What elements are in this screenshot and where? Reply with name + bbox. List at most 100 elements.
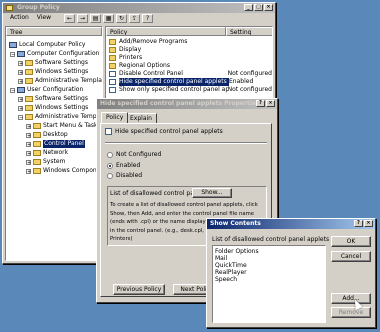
- show-contents-title: Show Contents: [210, 220, 261, 227]
- list-item[interactable]: Printers: [106, 54, 272, 62]
- expand-icon[interactable]: +: [18, 60, 23, 66]
- help-icon[interactable]: ?: [142, 13, 154, 23]
- divider: [105, 142, 267, 144]
- radio-not-configured[interactable]: Not Configured: [107, 151, 161, 158]
- close-icon[interactable]: ×: [264, 4, 273, 11]
- properties-title: Hide specified control panel applets Pro…: [100, 100, 260, 107]
- list-item[interactable]: Display: [106, 46, 272, 54]
- previous-policy-button[interactable]: Previous Policy: [113, 284, 165, 295]
- list-item[interactable]: Folder Options: [215, 248, 259, 255]
- tree-item-local-computer-policy[interactable]: Local Computer Policy: [9, 41, 85, 49]
- show-contents-dialog: Show Contents ? × List of disallowed con…: [206, 218, 376, 328]
- menu-view[interactable]: View: [34, 13, 54, 23]
- radio-enabled[interactable]: Enabled: [107, 162, 140, 169]
- collapse-icon[interactable]: −: [10, 87, 15, 93]
- tree-item-user-administrative-templates[interactable]: − Administrative Templates: [18, 113, 102, 121]
- folder-icon: [33, 132, 41, 138]
- close-icon[interactable]: ×: [266, 100, 275, 107]
- back-icon[interactable]: ←: [64, 13, 76, 23]
- tab-explain[interactable]: Explain: [125, 113, 157, 123]
- folder-open-icon: [33, 141, 41, 147]
- folder-icon: [25, 96, 33, 102]
- forward-icon[interactable]: →: [77, 13, 89, 23]
- radio-disabled[interactable]: Disabled: [107, 172, 142, 179]
- tree-item-administrative-templates[interactable]: + Administrative Templates: [18, 77, 102, 85]
- folder-icon: [33, 123, 41, 129]
- expand-icon[interactable]: +: [26, 141, 31, 147]
- tree-item-computer-configuration[interactable]: − Computer Configuration: [10, 50, 99, 58]
- expand-icon[interactable]: +: [26, 159, 31, 165]
- list-item[interactable]: Show only specified control panel applet…: [106, 86, 272, 94]
- tree-item-network[interactable]: + Network: [26, 149, 68, 157]
- tree-item-user-software-settings[interactable]: + Software Settings: [18, 95, 88, 103]
- radio-selected-icon: [107, 162, 113, 169]
- show-contents-titlebar[interactable]: Show Contents ? ×: [207, 219, 375, 229]
- expand-icon[interactable]: +: [26, 150, 31, 156]
- tree-item-software-settings[interactable]: + Software Settings: [18, 59, 88, 67]
- folder-icon: [25, 105, 33, 111]
- folder-icon: [109, 63, 116, 69]
- tree-item-control-panel[interactable]: + Control Panel: [26, 140, 85, 148]
- group-policy-title: Group Policy: [17, 4, 60, 11]
- export-icon[interactable]: ⇪: [129, 13, 141, 23]
- list-item[interactable]: Regional Options: [106, 62, 272, 70]
- policy-heading: Hide specified control panel applets: [105, 128, 223, 135]
- tree-item-desktop[interactable]: + Desktop: [26, 131, 68, 139]
- collapse-icon[interactable]: −: [18, 114, 23, 120]
- list-item[interactable]: QuickTime: [215, 262, 259, 269]
- group-policy-app-icon: [6, 5, 13, 11]
- computer-icon: [17, 51, 25, 57]
- help-icon[interactable]: ?: [256, 100, 265, 107]
- close-icon[interactable]: ×: [364, 220, 373, 227]
- minimize-icon[interactable]: _: [244, 4, 253, 11]
- list-item[interactable]: RealPlayer: [215, 269, 259, 276]
- tree-item-windows-settings[interactable]: + Windows Settings: [18, 68, 88, 76]
- tree-item-system[interactable]: + System: [26, 158, 65, 166]
- collapse-icon[interactable]: −: [10, 51, 15, 57]
- help-icon[interactable]: ?: [354, 220, 363, 227]
- folder-icon: [33, 168, 41, 174]
- tree-item-user-windows-settings[interactable]: + Windows Settings: [18, 104, 88, 112]
- list-item[interactable]: Speech: [215, 276, 259, 283]
- expand-icon[interactable]: +: [26, 132, 31, 138]
- remove-button[interactable]: Remove: [331, 307, 371, 318]
- tree-item-user-configuration[interactable]: − User Configuration: [10, 86, 83, 94]
- menu-action[interactable]: Action: [7, 13, 32, 23]
- show-contents-list-label: List of disallowed control panel applets: [212, 236, 330, 243]
- expand-icon[interactable]: +: [18, 78, 23, 84]
- applets-list[interactable]: Folder Options Mail QuickTime RealPlayer…: [212, 245, 326, 323]
- tree-item-start-menu[interactable]: + Start Menu & Taskbar: [26, 122, 102, 130]
- expand-icon[interactable]: +: [26, 168, 31, 174]
- expand-icon[interactable]: +: [18, 96, 23, 102]
- column-header-setting[interactable]: Setting: [226, 27, 272, 36]
- list-item[interactable]: Mail: [215, 255, 259, 262]
- expand-icon[interactable]: +: [26, 123, 31, 129]
- up-icon[interactable]: ▤: [90, 13, 102, 23]
- expand-icon[interactable]: +: [18, 105, 23, 111]
- folder-icon: [33, 150, 41, 156]
- maximize-icon[interactable]: □: [254, 4, 263, 11]
- setting-icon: [109, 87, 116, 93]
- ok-button[interactable]: OK: [331, 236, 371, 247]
- user-icon: [17, 87, 25, 93]
- properties-titlebar[interactable]: Hide specified control panel applets Pro…: [97, 99, 277, 109]
- properties-icon[interactable]: ▦: [103, 13, 115, 23]
- refresh-icon[interactable]: ↻: [116, 13, 128, 23]
- folder-icon: [25, 69, 33, 75]
- expand-icon[interactable]: +: [18, 69, 23, 75]
- list-item[interactable]: Add/Remove Programs: [106, 38, 272, 46]
- folder-icon: [109, 39, 116, 45]
- show-button[interactable]: Show...: [192, 188, 232, 198]
- radio-icon: [107, 151, 113, 158]
- setting-icon: [109, 71, 116, 77]
- list-item[interactable]: Disable Control Panel Not configured: [106, 70, 272, 78]
- column-header-policy[interactable]: Policy: [106, 27, 226, 36]
- policy-name: Hide specified control panel applets: [115, 128, 223, 135]
- tab-policy[interactable]: Policy: [101, 112, 129, 123]
- tree-item-windows-components[interactable]: + Windows Components: [26, 167, 102, 175]
- group-policy-titlebar[interactable]: Group Policy _ □ ×: [3, 3, 275, 13]
- folder-icon: [25, 60, 33, 66]
- list-item-selected[interactable]: Hide specified control panel applets Ena…: [106, 78, 272, 86]
- folder-icon: [109, 47, 116, 53]
- cancel-button[interactable]: Cancel: [331, 251, 371, 262]
